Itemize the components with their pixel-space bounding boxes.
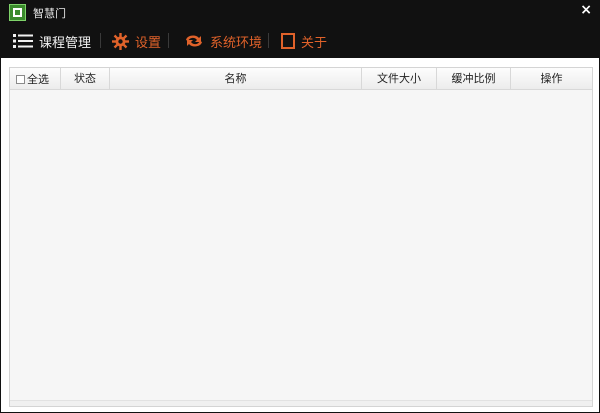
app-logo-icon <box>9 4 26 21</box>
toolbar-divider <box>268 33 269 48</box>
toolbar-divider <box>168 33 169 48</box>
settings-button[interactable]: 设置 <box>112 26 161 56</box>
column-header-operations[interactable]: 操作 <box>511 68 592 90</box>
table-header: 全选 状态 名称 文件大小 缓冲比例 操作 <box>10 68 592 90</box>
app-window: 智慧门 × 课程管理 设置 系统环境 关于 全选 状态 名称 文件大小 缓冲比例… <box>0 0 600 413</box>
gear-icon <box>112 32 129 50</box>
list-icon <box>13 34 33 48</box>
close-button[interactable]: × <box>580 2 592 18</box>
settings-label: 设置 <box>135 35 162 51</box>
course-management-label: 课程管理 <box>39 35 92 51</box>
system-environment-label: 系统环境 <box>210 35 263 51</box>
refresh-icon <box>186 35 202 47</box>
course-management-button[interactable]: 课程管理 <box>13 26 91 56</box>
column-header-select-all[interactable]: 全选 <box>10 68 61 90</box>
about-label: 关于 <box>301 35 328 51</box>
toolbar: 课程管理 设置 系统环境 关于 <box>0 26 600 56</box>
page-icon <box>281 33 295 49</box>
system-environment-button[interactable]: 系统环境 <box>184 26 262 56</box>
column-header-status[interactable]: 状态 <box>61 68 110 90</box>
select-all-checkbox[interactable] <box>16 74 25 84</box>
course-table: 全选 状态 名称 文件大小 缓冲比例 操作 <box>9 67 593 407</box>
toolbar-divider <box>100 33 101 48</box>
select-all-label: 全选 <box>27 72 49 86</box>
column-header-file-size[interactable]: 文件大小 <box>362 68 437 90</box>
main-content: 全选 状态 名称 文件大小 缓冲比例 操作 <box>1 58 599 412</box>
column-header-name[interactable]: 名称 <box>110 68 362 90</box>
table-bottom-edge <box>10 400 592 406</box>
about-button[interactable]: 关于 <box>281 26 327 56</box>
column-header-buffer-ratio[interactable]: 缓冲比例 <box>437 68 511 90</box>
window-title: 智慧门 <box>33 7 66 20</box>
title-bar: 智慧门 × <box>0 0 600 24</box>
